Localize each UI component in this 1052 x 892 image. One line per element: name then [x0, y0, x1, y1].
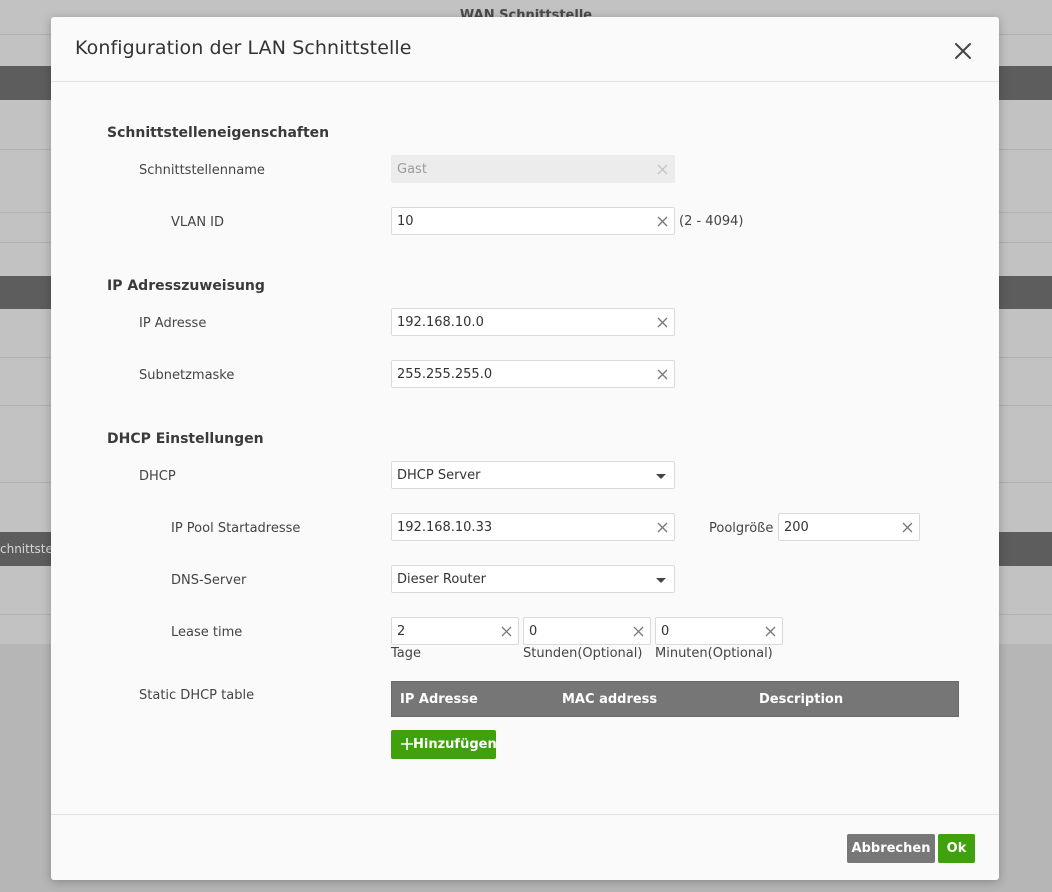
section-title-ip: IP Adresszuweisung	[107, 278, 265, 294]
clear-icon[interactable]	[765, 626, 776, 637]
chevron-down-icon	[656, 578, 666, 583]
column-header-mac[interactable]: MAC address	[562, 692, 657, 707]
add-button-label: Hinzufügen	[413, 737, 497, 752]
lease-hours-value: 0	[529, 624, 538, 639]
clear-icon[interactable]	[657, 317, 668, 328]
add-static-entry-button[interactable]: Hinzufügen	[391, 730, 497, 759]
dhcp-mode-select[interactable]: DHCP Server	[391, 461, 675, 489]
dhcp-mode-value: DHCP Server	[397, 468, 481, 483]
lease-minutes-value: 0	[661, 624, 670, 639]
dialog-header: Konfiguration der LAN Schnittstelle	[51, 17, 999, 82]
subnet-mask-label: Subnetzmaske	[139, 368, 235, 383]
lease-hours-caption: Stunden(Optional)	[523, 646, 643, 661]
plus-icon	[401, 738, 413, 750]
section-title-interface: Schnittstelleneigenschaften	[107, 125, 330, 141]
ip-address-label: IP Adresse	[139, 316, 207, 331]
pool-start-value: 192.168.10.33	[397, 520, 493, 535]
vlan-id-value: 10	[397, 214, 414, 229]
lease-minutes-caption: Minuten(Optional)	[655, 646, 773, 661]
section-title-dhcp: DHCP Einstellungen	[107, 431, 264, 447]
clear-icon[interactable]	[902, 522, 913, 533]
lease-hours-input[interactable]: 0	[523, 617, 651, 645]
vlan-id-range-hint: (2 - 4094)	[679, 214, 744, 229]
lan-config-dialog: Konfiguration der LAN Schnittstelle Schn…	[51, 17, 999, 880]
dns-server-select[interactable]: Dieser Router	[391, 565, 675, 593]
pool-start-input[interactable]: 192.168.10.33	[391, 513, 675, 541]
static-dhcp-table-label: Static DHCP table	[139, 688, 255, 703]
pool-size-label: Poolgröße	[709, 521, 774, 536]
lease-days-value: 2	[397, 624, 406, 639]
interface-name-label: Schnittstellenname	[139, 163, 265, 178]
lease-minutes-input[interactable]: 0	[655, 617, 783, 645]
lease-time-label: Lease time	[171, 625, 243, 640]
chevron-down-icon	[656, 474, 666, 479]
pool-start-label: IP Pool Startadresse	[171, 521, 301, 536]
subnet-mask-value: 255.255.255.0	[397, 367, 493, 382]
static-dhcp-table-header: IP Adresse MAC address Description	[391, 681, 959, 717]
clear-icon[interactable]	[657, 216, 668, 227]
dns-server-label: DNS-Server	[171, 573, 247, 588]
pool-size-input[interactable]: 200	[778, 513, 920, 541]
pool-size-value: 200	[784, 520, 809, 535]
column-header-ip[interactable]: IP Adresse	[400, 692, 478, 707]
lease-days-input[interactable]: 2	[391, 617, 519, 645]
ip-address-input[interactable]: 192.168.10.0	[391, 308, 675, 336]
lease-days-caption: Tage	[391, 646, 422, 661]
ip-address-value: 192.168.10.0	[397, 315, 484, 330]
dialog-title: Konfiguration der LAN Schnittstelle	[75, 37, 412, 59]
clear-icon	[657, 164, 668, 175]
ok-button-label: Ok	[946, 841, 967, 856]
interface-name-field: Gast	[391, 155, 675, 183]
ok-button[interactable]: Ok	[938, 834, 975, 863]
cancel-button-label: Abbrechen	[851, 841, 931, 856]
close-icon[interactable]	[951, 39, 975, 63]
clear-icon[interactable]	[657, 522, 668, 533]
background-side-text: chnittste	[0, 542, 53, 556]
vlan-id-input[interactable]: 10	[391, 207, 675, 235]
dns-server-value: Dieser Router	[397, 572, 486, 587]
column-header-description[interactable]: Description	[759, 692, 843, 707]
cancel-button[interactable]: Abbrechen	[847, 834, 935, 863]
vlan-id-label: VLAN ID	[171, 215, 225, 230]
clear-icon[interactable]	[657, 369, 668, 380]
interface-name-value: Gast	[397, 162, 427, 177]
clear-icon[interactable]	[633, 626, 644, 637]
subnet-mask-input[interactable]: 255.255.255.0	[391, 360, 675, 388]
clear-icon[interactable]	[501, 626, 512, 637]
dhcp-mode-label: DHCP	[139, 469, 176, 484]
